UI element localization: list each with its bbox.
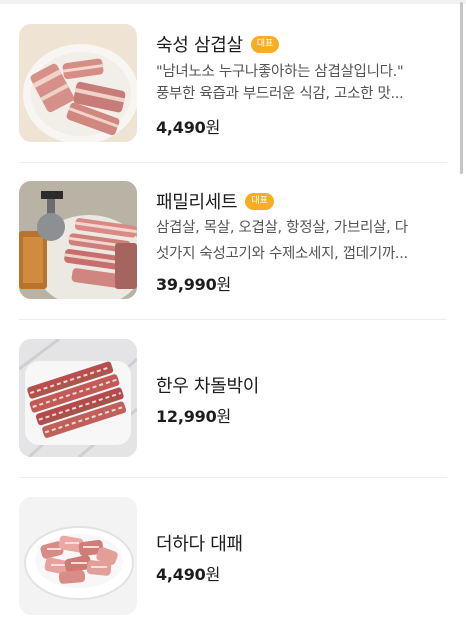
price-currency: 원 [205, 118, 221, 137]
menu-item-family-set[interactable]: 패밀리세트 대표 삼겹살, 목살, 오겹살, 항정살, 가브리살, 다 섯가지 … [0, 163, 466, 319]
price-currency: 원 [216, 275, 232, 294]
menu-item-price: 12,990원 [156, 403, 231, 427]
menu-item-price: 4,490원 [156, 114, 220, 138]
menu-item-hanwoo-brisket[interactable]: 한우 차돌박이 12,990원 [0, 320, 466, 477]
family-set-platter-image [19, 181, 137, 299]
scrollbar[interactable] [460, 2, 463, 174]
menu-item-pork-belly[interactable]: 숙성 삼겹살 대표 "남녀노소 누구나좋아하는 삼겹살입니다." 풍부한 육즙과… [0, 0, 466, 162]
pork-belly-plate-image [19, 24, 137, 142]
signature-badge: 대표 [250, 35, 280, 53]
menu-item-price: 4,490원 [156, 561, 220, 585]
thin-sliced-pork-plate-image [19, 497, 137, 615]
menu-item-description: 삼겹살, 목살, 오겹살, 항정살, 가브리살, 다 [156, 220, 408, 236]
price-value: 4,490 [156, 565, 206, 584]
price-currency: 원 [205, 565, 221, 584]
menu-item-name: 더하다 대패 [156, 534, 243, 555]
price-currency: 원 [216, 407, 232, 426]
signature-badge: 대표 [245, 192, 274, 210]
menu-item-description: 풍부한 육즙과 부드러운 식감, 고소한 맛... [156, 86, 404, 102]
menu-item-name: 패밀리세트 [156, 192, 238, 213]
price-value: 12,990 [156, 407, 217, 426]
menu-item-thin-pork[interactable]: 더하다 대패 4,490원 [0, 478, 466, 628]
menu-list-page: 숙성 삼겹살 대표 "남녀노소 누구나좋아하는 삼겹살입니다." 풍부한 육즙과… [0, 0, 466, 628]
menu-item-description: 섯가지 숙성고기와 수제소세지, 껍데기까... [156, 246, 408, 262]
menu-item-description: "남녀노소 누구나좋아하는 삼겹살입니다." [156, 64, 404, 80]
menu-item-name: 숙성 삼겹살 [156, 35, 243, 56]
price-value: 4,490 [156, 118, 206, 137]
beef-brisket-plate-image [19, 339, 137, 457]
price-value: 39,990 [156, 275, 217, 294]
menu-item-price: 39,990원 [156, 271, 231, 295]
menu-item-name: 한우 차돌박이 [156, 376, 259, 397]
